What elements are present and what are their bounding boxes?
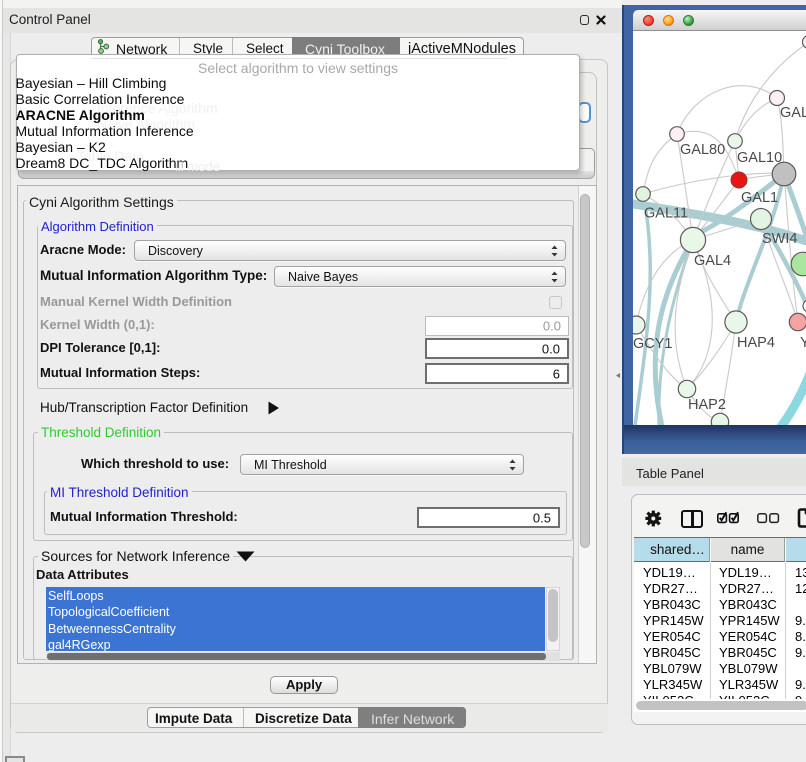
svg-text:HAP2: HAP2 — [688, 397, 726, 413]
svg-text:GAL7: GAL7 — [780, 105, 806, 121]
svg-text:GCY1: GCY1 — [633, 336, 673, 352]
svg-text:SWI4: SWI4 — [762, 231, 797, 247]
svg-text:GAL11: GAL11 — [644, 206, 688, 222]
svg-text:Y: Y — [800, 335, 806, 351]
svg-text:GAL4: GAL4 — [694, 253, 731, 269]
svg-text:GAL1: GAL1 — [741, 190, 778, 206]
svg-text:GAL80: GAL80 — [680, 142, 725, 158]
svg-text:HAP4: HAP4 — [737, 335, 775, 351]
svg-text:GAL10: GAL10 — [737, 150, 782, 166]
